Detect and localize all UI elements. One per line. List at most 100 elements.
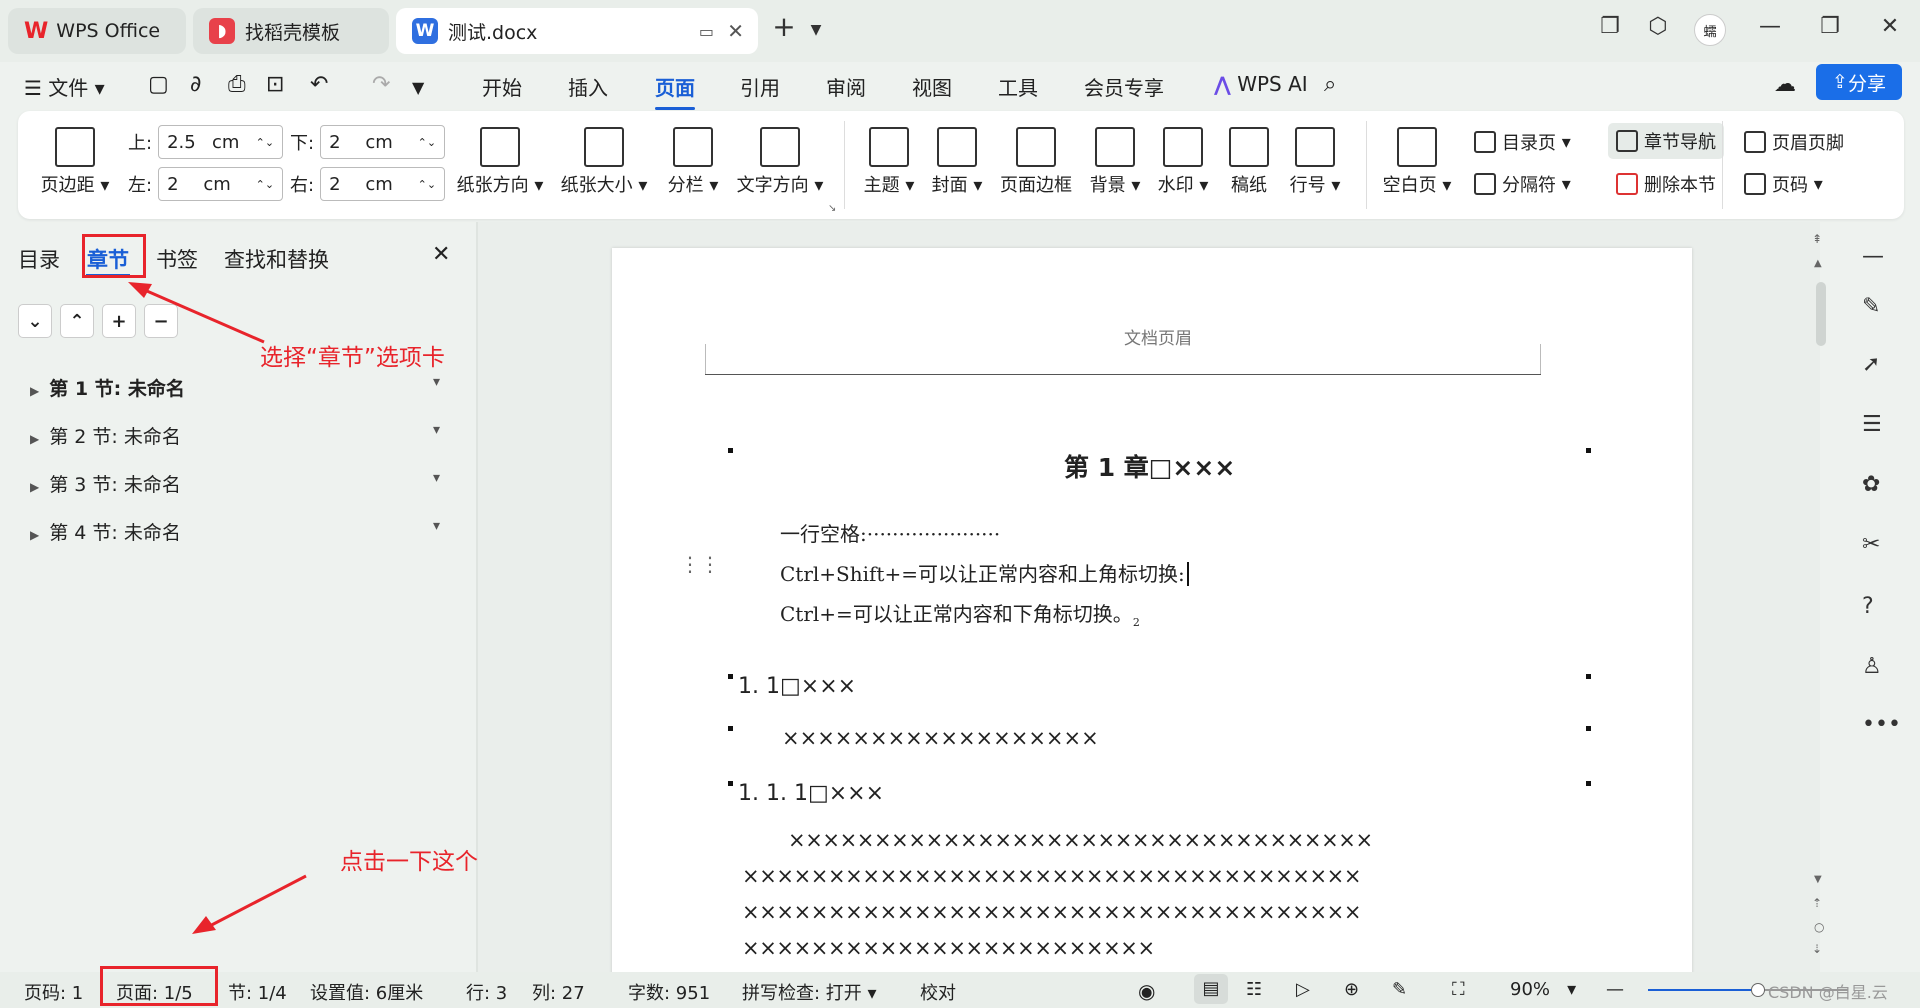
play-icon[interactable]: ▷ (1296, 979, 1310, 1000)
undo-icon[interactable]: ↶ (310, 72, 328, 97)
menu-insert[interactable]: 插入 (568, 72, 608, 101)
redo-icon[interactable]: ↷ (372, 72, 390, 97)
menu-page[interactable]: 页面 (655, 72, 695, 110)
expand-triangle-icon[interactable]: ▶ (30, 384, 39, 398)
blank-page-button[interactable]: 空白页 ▾ (1380, 127, 1454, 197)
print-icon[interactable]: ⎙ (228, 72, 246, 97)
status-setting[interactable]: 设置值: 6厘米 (310, 979, 423, 1005)
palette-icon[interactable]: ✿ (1862, 472, 1880, 497)
share-button[interactable]: ⇪ 分享 (1816, 64, 1902, 100)
nav-tab-bookmarks[interactable]: 书签 (156, 244, 198, 274)
section-item[interactable]: ▶ 第 1 节: 未命名 ▾ (30, 374, 440, 401)
delete-section-button[interactable]: 删除本节 (1616, 171, 1716, 197)
tab-wps-office[interactable]: W WPS Office (8, 8, 186, 54)
page-border-button[interactable]: 页面边框 (996, 127, 1076, 197)
orientation-button[interactable]: 纸张方向 ▾ (454, 127, 546, 197)
status-word-count[interactable]: 字数: 951 (628, 979, 710, 1005)
zoom-slider-knob[interactable] (1751, 983, 1765, 997)
close-pane-icon[interactable]: ✕ (432, 242, 450, 267)
text-direction-button[interactable]: 文字方向 ▾ (734, 127, 826, 197)
tab-templates[interactable]: ◗ 找稻壳模板 (193, 8, 389, 54)
help-icon[interactable]: ? (1862, 594, 1874, 619)
status-col[interactable]: 列: 27 (532, 979, 585, 1005)
body-line[interactable]: ×××××××××××××××××××××××× (742, 936, 1155, 960)
header-footer-button[interactable]: 页眉页脚 (1744, 129, 1844, 155)
scrollbar-thumb[interactable] (1816, 282, 1826, 346)
scroll-down-icon[interactable]: ▼ (1814, 874, 1822, 885)
theme-button[interactable]: 主题 ▾ (860, 127, 918, 197)
menu-start[interactable]: 开始 (482, 72, 522, 101)
eye-icon[interactable]: ◉ (1138, 979, 1155, 1003)
section-item[interactable]: ▶ 第 3 节: 未命名 ▾ (30, 470, 440, 497)
scroll-up-icon[interactable]: ▲ (1814, 258, 1822, 269)
stepper-icon[interactable]: ⌃⌄ (418, 136, 436, 149)
dialog-launcher-icon[interactable]: ↘ (828, 203, 836, 214)
shirt-icon[interactable]: ♙ (1862, 654, 1882, 679)
section-dropdown-icon[interactable]: ▾ (433, 422, 440, 438)
margin-right-input[interactable]: 2 cm ⌃⌄ (320, 167, 446, 201)
maximize-icon[interactable]: ❐ (1810, 14, 1850, 39)
edit-icon[interactable]: ✎ (1392, 979, 1407, 1000)
page-view-icon[interactable]: ▤ (1194, 974, 1228, 1004)
margin-bottom-input[interactable]: 2 cm ⌃⌄ (320, 125, 446, 159)
nav-tab-find-replace[interactable]: 查找和替换 (224, 244, 329, 274)
drag-handle-icon[interactable]: ⋮⋮ (680, 554, 720, 574)
body-line[interactable]: ×××××××××××××××××××××××××××××××××× (788, 828, 1373, 852)
collapse-icon[interactable]: — (1862, 244, 1884, 269)
print-preview-icon[interactable]: ⊡ (266, 72, 284, 97)
menu-view[interactable]: 视图 (912, 72, 952, 101)
next-page-icon[interactable]: ⇣ (1812, 942, 1822, 956)
fit-screen-icon[interactable]: ⛶ (1452, 979, 1465, 1000)
chevron-down-icon[interactable]: ⌄ (18, 304, 52, 338)
section-dropdown-icon[interactable]: ▾ (433, 374, 440, 390)
search-icon[interactable]: ⌕ (1324, 72, 1336, 97)
nav-tab-toc[interactable]: 目录 (18, 244, 60, 274)
body-line[interactable]: ×××××××××××××××××××××××××××××××××××× (742, 864, 1361, 888)
tab-list-chevron-icon[interactable]: ▼ (796, 22, 836, 38)
menu-tools[interactable]: 工具 (998, 72, 1038, 101)
file-menu[interactable]: ☰ 文件 ▾ (24, 72, 105, 101)
section-dropdown-icon[interactable]: ▾ (433, 470, 440, 486)
section-heading[interactable]: 1. 1□××× (738, 674, 856, 699)
margin-left-input[interactable]: 2 cm ⌃⌄ (158, 167, 284, 201)
monitor-icon[interactable]: ▭ (699, 22, 714, 41)
minimize-icon[interactable]: — (1750, 14, 1790, 39)
zoom-dropdown[interactable]: 90% ▾ (1510, 979, 1576, 1000)
scroll-top-icon[interactable]: ⇞ (1812, 232, 1822, 246)
chevron-up-icon[interactable]: ⌃ (60, 304, 94, 338)
stepper-icon[interactable]: ⌃⌄ (418, 178, 436, 191)
close-window-icon[interactable]: ✕ (1870, 14, 1910, 39)
more-chevron-icon[interactable]: ▼ (412, 78, 424, 97)
pen-icon[interactable]: ✎ (1862, 294, 1880, 319)
columns-button[interactable]: 分栏 ▾ (664, 127, 722, 197)
outline-view-icon[interactable]: ☷ (1246, 979, 1262, 1000)
section-item[interactable]: ▶ 第 4 节: 未命名 ▾ (30, 518, 440, 545)
body-paragraph[interactable]: ×××××××××××××××××× (782, 726, 1099, 750)
cube-icon[interactable]: ⬡ (1638, 14, 1678, 39)
watermark-button[interactable]: 水印 ▾ (1154, 127, 1212, 197)
subsection-heading[interactable]: 1. 1. 1□××× (738, 781, 884, 806)
status-page-code[interactable]: 页码: 1 (24, 979, 83, 1005)
paper-size-button[interactable]: 纸张大小 ▾ (558, 127, 650, 197)
section-nav-button[interactable]: 章节导航 (1608, 123, 1724, 159)
status-proofread[interactable]: 校对 (920, 979, 956, 1005)
prev-page-icon[interactable]: ⇡ (1812, 896, 1822, 910)
chapter-heading[interactable]: 第 1 章□××× (1064, 448, 1235, 484)
status-section[interactable]: 节: 1/4 (228, 979, 287, 1005)
web-view-icon[interactable]: ⊕ (1344, 979, 1359, 1000)
status-row[interactable]: 行: 3 (466, 979, 507, 1005)
page-number-button[interactable]: 页码 ▾ (1744, 171, 1823, 197)
share-link-icon[interactable]: ∂ (190, 72, 201, 97)
document-header[interactable]: 文档页眉 (1124, 324, 1192, 349)
margin-top-input[interactable]: 2.5 cm ⌃⌄ (158, 125, 284, 159)
expand-triangle-icon[interactable]: ▶ (30, 528, 39, 542)
stepper-icon[interactable]: ⌃⌄ (256, 136, 274, 149)
avatar[interactable]: 蠕 (1694, 14, 1726, 46)
sliders-icon[interactable]: ☰ (1862, 412, 1882, 437)
expand-triangle-icon[interactable]: ▶ (30, 432, 39, 446)
background-button[interactable]: 背景 ▾ (1086, 127, 1144, 197)
line-number-button[interactable]: 行号 ▾ (1286, 127, 1344, 197)
pointer-icon[interactable]: ➚ (1862, 352, 1880, 377)
separator-button[interactable]: 分隔符 ▾ (1474, 171, 1571, 197)
menu-review[interactable]: 审阅 (826, 72, 866, 101)
